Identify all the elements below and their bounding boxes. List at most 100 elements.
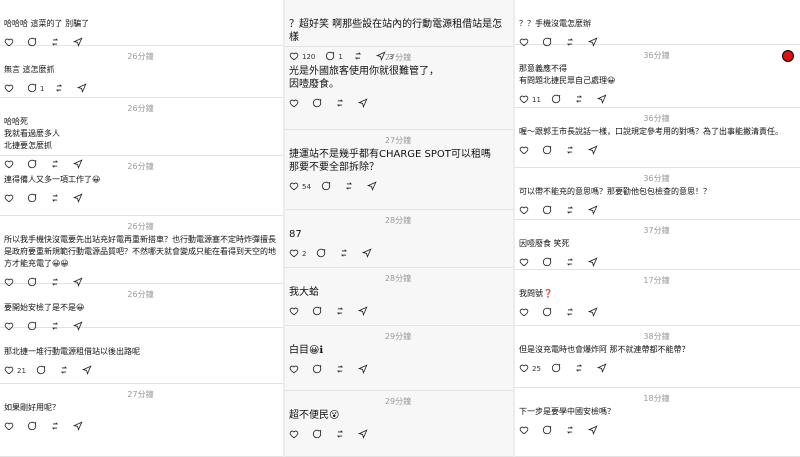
repost-button[interactable]	[574, 94, 587, 106]
repost-button[interactable]	[50, 37, 63, 49]
repost-button[interactable]	[335, 364, 348, 376]
share-button[interactable]	[72, 159, 86, 171]
share-button[interactable]	[81, 365, 95, 377]
share-button[interactable]	[77, 83, 90, 95]
like-button[interactable]	[519, 257, 532, 269]
comment-button[interactable]	[312, 306, 325, 318]
repost-icon	[353, 51, 363, 63]
comment-button[interactable]	[27, 277, 40, 289]
repost-button[interactable]	[50, 193, 63, 205]
share-button[interactable]	[357, 429, 371, 441]
like-button[interactable]	[4, 193, 17, 205]
repost-button[interactable]	[565, 145, 578, 157]
likes-count: 21	[17, 367, 26, 375]
share-button[interactable]	[357, 98, 371, 110]
repost-button[interactable]	[50, 277, 63, 289]
repost-button[interactable]	[339, 248, 352, 260]
comment-button[interactable]	[312, 429, 325, 441]
comment-button[interactable]	[27, 193, 40, 205]
comment-button[interactable]	[542, 205, 555, 217]
repost-button[interactable]	[353, 51, 366, 63]
like-button[interactable]	[4, 37, 17, 49]
comment-button[interactable]	[321, 181, 334, 193]
like-button[interactable]: 2	[289, 248, 306, 260]
comment-button[interactable]	[36, 365, 49, 377]
comment-icon	[312, 98, 322, 110]
like-button[interactable]	[519, 145, 532, 157]
like-button[interactable]: 21	[4, 365, 26, 377]
repost-button[interactable]	[50, 321, 63, 333]
repost-button[interactable]	[565, 425, 578, 437]
like-button[interactable]	[519, 37, 532, 49]
like-button[interactable]	[289, 364, 302, 376]
comment-button[interactable]: 1	[27, 83, 44, 95]
comment-button[interactable]	[542, 257, 555, 269]
comment-button[interactable]	[27, 321, 40, 333]
share-button[interactable]	[587, 307, 601, 319]
repost-button[interactable]	[50, 421, 63, 433]
repost-button[interactable]	[335, 306, 348, 318]
repost-button[interactable]	[59, 365, 72, 377]
like-button[interactable]	[519, 425, 532, 437]
like-button[interactable]: 11	[519, 94, 541, 106]
share-button[interactable]	[587, 37, 601, 49]
share-button[interactable]	[357, 364, 371, 376]
comment-button[interactable]	[542, 37, 555, 49]
repost-button[interactable]	[565, 307, 578, 319]
repost-button[interactable]	[574, 363, 587, 375]
repost-button[interactable]	[565, 37, 578, 49]
repost-button[interactable]	[565, 205, 578, 217]
repost-button[interactable]	[50, 159, 63, 171]
share-button[interactable]	[587, 425, 601, 437]
like-button[interactable]	[4, 277, 17, 289]
like-button[interactable]	[519, 205, 532, 217]
comment-button[interactable]	[542, 145, 555, 157]
share-button[interactable]	[596, 363, 610, 375]
share-button[interactable]	[72, 193, 86, 205]
share-button[interactable]	[362, 248, 375, 260]
comment-icon	[27, 277, 37, 289]
comment-button[interactable]	[312, 98, 325, 110]
like-button[interactable]: 54	[289, 181, 311, 193]
like-button[interactable]: 25	[519, 363, 541, 375]
repost-button[interactable]	[335, 429, 348, 441]
comment-button[interactable]	[316, 248, 329, 260]
share-button[interactable]	[587, 145, 601, 157]
share-button[interactable]	[587, 205, 601, 217]
share-button[interactable]	[72, 277, 86, 289]
like-button[interactable]: 120	[289, 51, 315, 63]
comment-button[interactable]	[542, 425, 555, 437]
share-button[interactable]	[357, 306, 371, 318]
repost-button[interactable]	[335, 98, 348, 110]
share-button[interactable]	[72, 321, 86, 333]
comment-button[interactable]	[27, 159, 40, 171]
like-button[interactable]	[4, 159, 17, 171]
comment-button[interactable]	[551, 363, 564, 375]
share-button[interactable]	[587, 257, 601, 269]
like-button[interactable]	[519, 307, 532, 319]
comment-button[interactable]: 1	[325, 51, 343, 63]
comment-button[interactable]	[542, 307, 555, 319]
repost-button[interactable]	[54, 83, 67, 95]
share-button[interactable]	[366, 181, 380, 193]
like-button[interactable]	[289, 306, 302, 318]
comment-button[interactable]	[27, 421, 40, 433]
repost-icon	[50, 321, 60, 333]
share-button[interactable]	[596, 94, 610, 106]
post-timestamp: 38分鐘	[643, 332, 670, 341]
comment-button[interactable]	[27, 37, 40, 49]
heart-icon	[289, 248, 299, 260]
like-button[interactable]	[4, 83, 17, 95]
like-button[interactable]	[4, 421, 17, 433]
repost-button[interactable]	[344, 181, 357, 193]
share-button[interactable]	[72, 37, 86, 49]
comment-button[interactable]	[551, 94, 564, 106]
comment-post: 28分鐘 87 2	[285, 210, 513, 268]
comment-button[interactable]	[312, 364, 325, 376]
comment-post: ？超好笑 啊那些設在站內的行動電源租借站是怎樣 120 1 3	[285, 0, 513, 62]
repost-button[interactable]	[565, 257, 578, 269]
share-button[interactable]	[72, 421, 86, 433]
like-button[interactable]	[4, 321, 17, 333]
like-button[interactable]	[289, 98, 302, 110]
like-button[interactable]	[289, 429, 302, 441]
